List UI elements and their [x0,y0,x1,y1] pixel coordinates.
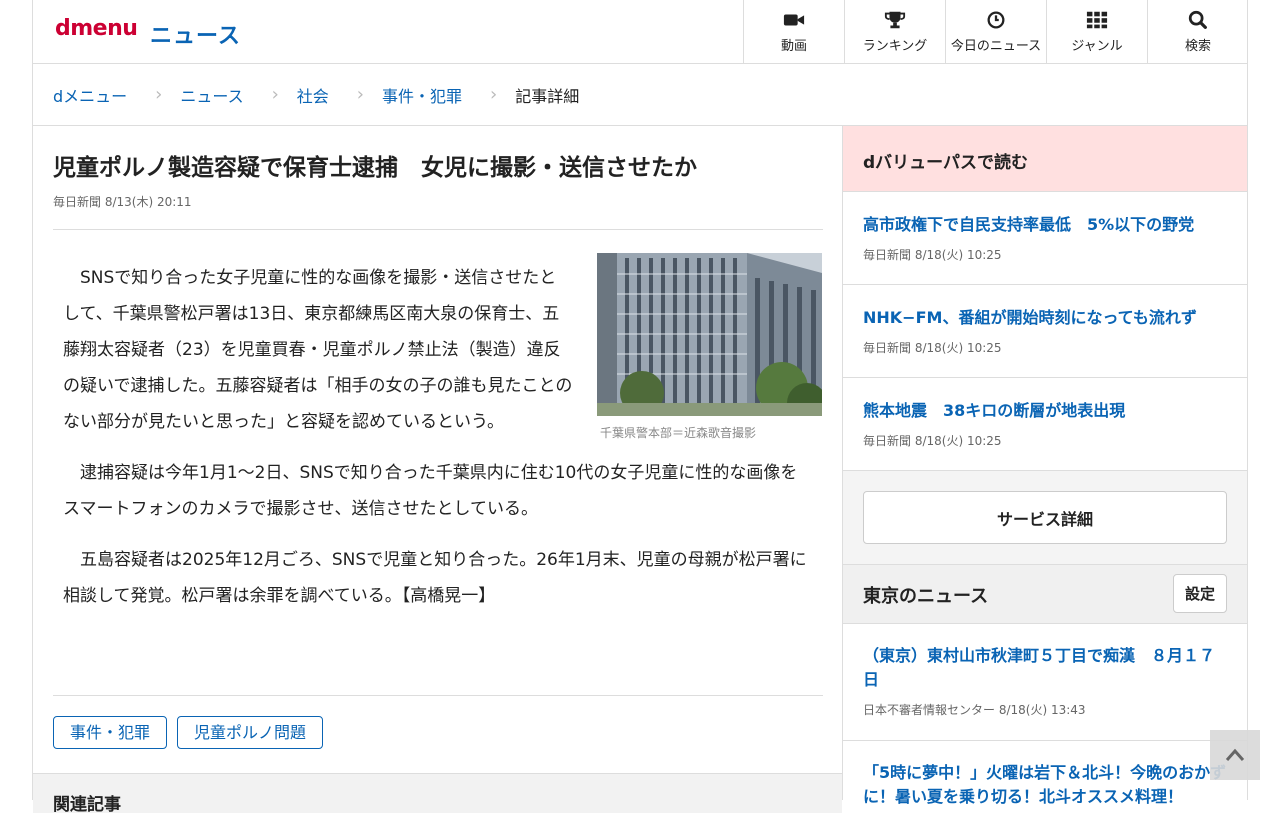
article-title: 児童ポルノ製造容疑で保育士逮捕 女児に撮影・送信させたか [53,155,697,181]
dmenu-logo[interactable]: dmenu [55,16,138,41]
header-nav: 動画 ランキング 今日のニュース ジャンル 検索 [743,0,1248,63]
dvalue-item[interactable]: NHK−FM、番組が開始時刻になっても流れず 毎日新聞 8/18(火) 10:2… [843,285,1247,378]
tag-crime[interactable]: 事件・犯罪 [53,716,168,749]
article-paragraph: 五島容疑者は2025年12月ごろ、SNSで児童と知り合った。26年1月末、児童の… [63,550,807,606]
breadcrumb-news[interactable]: ニュース [180,83,243,107]
dvalue-item-title[interactable]: NHK−FM、番組が開始時刻になっても流れず [863,306,1247,330]
chevron-up-icon [1225,748,1245,761]
article-paragraph: SNSで知り合った女子児童に性的な画像を撮影・送信させたとして、千葉県警松戸署は… [63,268,573,432]
breadcrumb-crime[interactable]: 事件・犯罪 [382,83,462,107]
tag-child-porn-issue[interactable]: 児童ポルノ問題 [177,716,324,749]
breadcrumb-society[interactable]: 社会 [297,83,329,107]
page-frame: dmenu ニュース 動画 ランキング 今日のニュース ジャンル 検索 dメニュ… [32,0,1248,815]
grid-icon [1086,11,1108,28]
service-section: サービス詳細 [843,471,1247,565]
nav-search-label: 検索 [1184,38,1211,54]
article: 児童ポルノ製造容疑で保育士逮捕 女児に撮影・送信させたか 毎日新聞 8/13(木… [33,126,842,815]
sidebar: dバリューパスで読む 高市政権下で自民支持率最低 5%以下の野党 毎日新聞 8/… [842,126,1247,806]
nav-video-label: 動画 [780,38,807,54]
dvalue-pass-header: dバリューパスで読む [843,126,1247,192]
nav-video[interactable]: 動画 [743,0,844,63]
breadcrumb-current: 記事詳細 [515,86,580,106]
breadcrumb: dメニュー › ニュース › 社会 › 事件・犯罪 › 記事詳細 [33,64,1247,126]
related-articles-section: 関連記事 [33,773,842,815]
nav-genre[interactable]: ジャンル [1046,0,1147,63]
chevron-right-icon: › [356,84,364,105]
dvalue-item-title[interactable]: 熊本地震 38キロの断層が地表出現 [863,399,1247,423]
tokyo-news-item[interactable]: （東京）東村山市秋津町５丁目で痴漢 ８月１７日 日本不審者情報センター 8/18… [843,624,1247,741]
service-details-button[interactable]: サービス詳細 [863,491,1227,544]
article-body: SNSで知り合った女子児童に性的な画像を撮影・送信させたとして、千葉県警松戸署は… [63,260,823,614]
nav-genre-label: ジャンル [1071,38,1123,54]
dvalue-item-meta: 毎日新聞 8/18(火) 10:25 [863,248,1002,262]
dvalue-item[interactable]: 熊本地震 38キロの断層が地表出現 毎日新聞 8/18(火) 10:25 [843,378,1247,471]
related-articles-title: 関連記事 [53,795,121,815]
article-meta: 毎日新聞 8/13(木) 20:11 [53,195,192,209]
chevron-right-icon: › [490,84,498,105]
nav-today[interactable]: 今日のニュース [945,0,1046,63]
clock-icon [987,11,1005,28]
divider [53,229,823,230]
tokyo-news-item[interactable]: 「5時に夢中！」火曜は岩下＆北斗！今晩のおかずに！暑い夏を乗り切る！北斗オススメ… [843,741,1247,806]
tokyo-news-header: 東京のニュース 設定 [843,565,1247,624]
breadcrumb-dmenu[interactable]: dメニュー [53,83,127,107]
chevron-right-icon: › [155,84,163,105]
dvalue-item-meta: 毎日新聞 8/18(火) 10:25 [863,434,1002,448]
dvalue-item-title[interactable]: 高市政権下で自民支持率最低 5%以下の野党 [863,213,1247,237]
site-header: dmenu ニュース 動画 ランキング 今日のニュース ジャンル 検索 [33,0,1247,64]
article-tags: 事件・犯罪 児童ポルノ問題 [53,716,324,749]
dvalue-item-meta: 毎日新聞 8/18(火) 10:25 [863,341,1002,355]
tokyo-news-title: 東京のニュース [863,586,989,607]
article-paragraph: 逮捕容疑は今年1月1〜2日、SNSで知り合った千葉県内に住む10代の女子児童に性… [63,463,798,519]
tokyo-news-item-title[interactable]: 「5時に夢中！」火曜は岩下＆北斗！今晩のおかずに！暑い夏を乗り切る！北斗オススメ… [863,761,1227,809]
nav-today-label: 今日のニュース [950,38,1042,54]
news-section-title[interactable]: ニュース [150,18,241,50]
chevron-right-icon: › [271,84,279,105]
video-camera-icon [783,14,805,25]
tokyo-news-item-title[interactable]: （東京）東村山市秋津町５丁目で痴漢 ８月１７日 [863,644,1227,692]
nav-ranking-label: ランキング [862,38,928,54]
divider [53,695,823,696]
tokyo-settings-button[interactable]: 設定 [1173,574,1227,613]
nav-search[interactable]: 検索 [1147,0,1248,63]
tokyo-news-item-meta: 日本不審者情報センター 8/18(火) 13:43 [863,703,1086,717]
dvalue-item[interactable]: 高市政権下で自民支持率最低 5%以下の野党 毎日新聞 8/18(火) 10:25 [843,192,1247,285]
search-icon [1188,10,1207,29]
scroll-to-top-button[interactable] [1210,730,1260,780]
trophy-icon [884,11,906,28]
nav-ranking[interactable]: ランキング [844,0,945,63]
